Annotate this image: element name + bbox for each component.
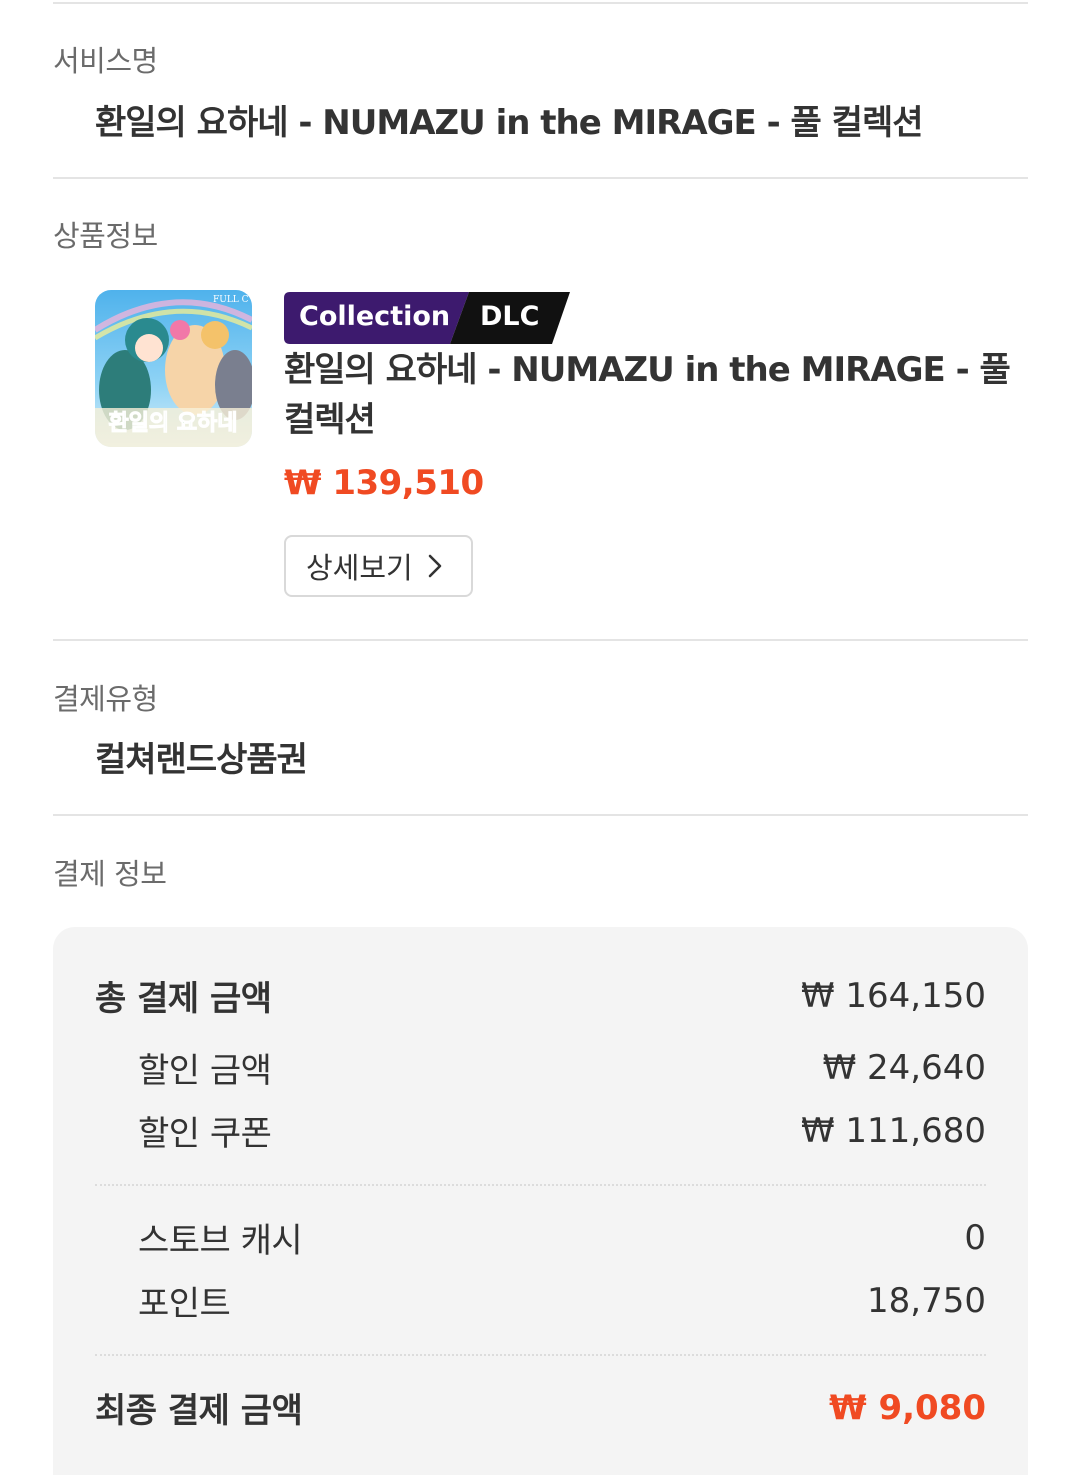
total-amount-value: ₩ 164,150 xyxy=(800,975,986,1016)
final-amount-row: 최종 결제 금액 ₩ 9,080 xyxy=(95,1383,986,1432)
payment-info-label: 결제 정보 xyxy=(53,857,167,891)
total-amount-label: 총 결제 금액 xyxy=(95,979,272,1019)
discount-amount-value: ₩ 24,640 xyxy=(822,1047,986,1088)
product-badges: Collection DLC xyxy=(284,292,570,344)
discount-coupon-value: ₩ 111,680 xyxy=(800,1110,986,1151)
stove-cash-row: 스토브 캐시 0 xyxy=(95,1213,986,1262)
product-price: ₩ 139,510 xyxy=(284,463,484,503)
dashed-divider xyxy=(95,1184,986,1186)
point-row: 포인트 18,750 xyxy=(95,1276,986,1325)
payment-type-label: 결제유형 xyxy=(53,682,158,716)
discount-amount-label: 할인 금액 xyxy=(138,1051,272,1091)
stove-cash-value: 0 xyxy=(964,1217,986,1258)
total-amount-row: 총 결제 금액 ₩ 164,150 xyxy=(95,971,986,1020)
divider xyxy=(53,639,1028,641)
final-amount-label: 최종 결제 금액 xyxy=(95,1391,303,1431)
product-title: 환일의 요하네 - NUMAZU in the MIRAGE - 풀 컬렉션 xyxy=(284,350,1011,440)
top-divider xyxy=(53,2,1028,4)
discount-amount-row: 할인 금액 ₩ 24,640 xyxy=(95,1043,986,1092)
payment-type-value: 컬쳐랜드상품권 xyxy=(95,740,308,780)
service-name-value: 환일의 요하네 - NUMAZU in the MIRAGE - 풀 컬렉션 xyxy=(95,103,924,143)
point-value: 18,750 xyxy=(867,1280,986,1321)
dlc-badge: DLC xyxy=(480,301,540,332)
payment-summary-box: 총 결제 금액 ₩ 164,150 할인 금액 ₩ 24,640 할인 쿠폰 ₩… xyxy=(53,927,1028,1475)
purchase-detail-page: 서비스명 환일의 요하네 - NUMAZU in the MIRAGE - 풀 … xyxy=(0,0,1080,1475)
final-amount-value: ₩ 9,080 xyxy=(829,1387,986,1428)
stove-cash-label: 스토브 캐시 xyxy=(138,1221,303,1261)
point-label: 포인트 xyxy=(138,1284,231,1324)
detail-button-label: 상세보기 xyxy=(306,551,413,585)
divider xyxy=(53,177,1028,179)
product-info-label: 상품정보 xyxy=(53,219,158,253)
service-name-label: 서비스명 xyxy=(53,44,158,78)
divider xyxy=(53,814,1028,816)
svg-text:FULL C: FULL C xyxy=(213,295,249,305)
collection-badge: Collection xyxy=(299,301,451,332)
product-thumbnail: 환일의 요하네 FULL C xyxy=(95,290,252,447)
discount-coupon-label: 할인 쿠폰 xyxy=(138,1114,272,1154)
chevron-right-icon xyxy=(428,554,442,578)
dashed-divider xyxy=(95,1354,986,1356)
detail-button[interactable]: 상세보기 xyxy=(284,535,473,597)
discount-coupon-row: 할인 쿠폰 ₩ 111,680 xyxy=(95,1106,986,1155)
svg-text:환일의 요하네: 환일의 요하네 xyxy=(108,411,237,436)
